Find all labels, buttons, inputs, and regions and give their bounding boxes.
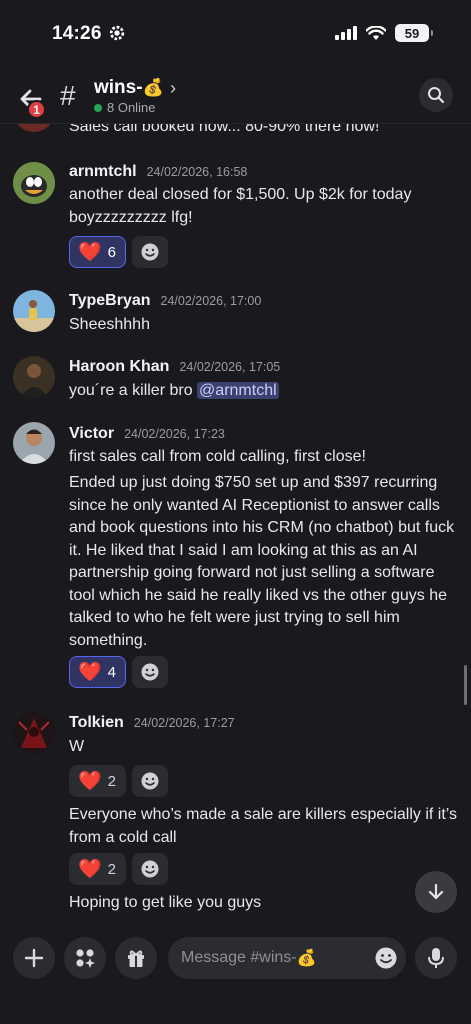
heart-emoji: ❤️ bbox=[78, 241, 102, 263]
author-name[interactable]: Haroon Khan bbox=[69, 358, 169, 376]
avatar[interactable] bbox=[13, 290, 55, 332]
smile-icon[interactable] bbox=[374, 946, 398, 970]
add-reaction-button[interactable] bbox=[132, 853, 169, 885]
avatar-image bbox=[13, 162, 55, 204]
gear-icon bbox=[109, 25, 125, 41]
heart-emoji: ❤️ bbox=[78, 661, 102, 683]
status-bar: 14:26 59 bbox=[0, 0, 471, 66]
chevron-right-icon[interactable]: › bbox=[170, 78, 176, 99]
reaction-heart[interactable]: ❤️ 6 bbox=[69, 236, 127, 268]
timestamp: 24/02/2026, 16:58 bbox=[146, 165, 248, 179]
author-name[interactable]: Tolkien bbox=[69, 714, 124, 732]
message-text: Hoping to get like you guys bbox=[69, 894, 262, 911]
message-text: another deal closed for $1,500. Up $2k f… bbox=[69, 186, 412, 226]
reactions: ❤️ 2 bbox=[69, 853, 169, 885]
plus-icon bbox=[24, 948, 44, 968]
reaction-count: 2 bbox=[107, 772, 117, 790]
avatar[interactable] bbox=[13, 162, 55, 204]
reaction-heart[interactable]: ❤️ 2 bbox=[69, 765, 127, 797]
apps-icon bbox=[76, 949, 95, 968]
money-bag-emoji: 💰 bbox=[296, 950, 317, 967]
message-text: Ended up just doing $750 set up and $397… bbox=[69, 474, 455, 649]
add-reaction-button[interactable] bbox=[132, 765, 169, 797]
author-name[interactable]: Victor bbox=[69, 425, 114, 443]
search-button[interactable] bbox=[419, 78, 453, 112]
author-name[interactable]: arnmtchl bbox=[69, 163, 137, 181]
reaction-heart[interactable]: ❤️ 4 bbox=[69, 656, 127, 688]
online-text: 8 Online bbox=[107, 100, 156, 115]
gift-button[interactable] bbox=[115, 937, 157, 979]
smile-icon bbox=[141, 772, 159, 790]
money-bag-emoji: 💰 bbox=[142, 78, 164, 97]
author-line: Victor 24/02/2026, 17:23 bbox=[69, 425, 225, 443]
status-indicators: 59 bbox=[335, 24, 433, 42]
author-line: TypeBryan 24/02/2026, 17:00 bbox=[69, 292, 261, 310]
scrollbar-thumb[interactable] bbox=[464, 665, 467, 705]
reactions: ❤️ 4 bbox=[69, 656, 169, 688]
reaction-heart[interactable]: ❤️ 2 bbox=[69, 853, 127, 885]
add-attachment-button[interactable] bbox=[13, 937, 55, 979]
message-input[interactable]: Message #wins- 💰 bbox=[168, 937, 406, 979]
status-time: 14:26 bbox=[52, 23, 102, 44]
reaction-count: 4 bbox=[107, 663, 117, 681]
search-icon bbox=[428, 87, 445, 104]
heart-emoji: ❤️ bbox=[78, 770, 102, 792]
timestamp: 24/02/2026, 17:00 bbox=[160, 294, 262, 308]
online-dot bbox=[94, 103, 102, 112]
author-line: Tolkien 24/02/2026, 17:27 bbox=[69, 714, 235, 732]
message-text: first sales call from cold calling, firs… bbox=[69, 448, 366, 465]
voice-message-button[interactable] bbox=[415, 937, 457, 979]
jump-to-bottom-button[interactable] bbox=[415, 871, 457, 913]
reactions: ❤️ 6 bbox=[69, 236, 169, 268]
arrow-down-icon bbox=[428, 883, 444, 900]
message-text: Everyone who’s made a sale are killers e… bbox=[69, 806, 458, 846]
heart-emoji: ❤️ bbox=[78, 858, 102, 880]
channel-header: 1 # wins-💰 › 8 Online bbox=[0, 66, 471, 124]
battery-indicator: 59 bbox=[395, 24, 433, 42]
message-text: Sheeshhhh bbox=[69, 316, 150, 333]
avatar[interactable] bbox=[13, 356, 55, 398]
unread-badge: 1 bbox=[27, 100, 46, 119]
message-text: Sales call booked now... 80-90% there no… bbox=[69, 124, 380, 135]
cellular-signal-icon bbox=[335, 26, 357, 40]
avatar[interactable] bbox=[13, 712, 55, 754]
gift-icon bbox=[128, 950, 144, 967]
message-text: you´re a killer bro @arnmtchl bbox=[69, 380, 461, 403]
avatar-image bbox=[13, 712, 55, 754]
avatar[interactable] bbox=[13, 124, 55, 132]
add-reaction-button[interactable] bbox=[132, 656, 169, 688]
avatar-image bbox=[13, 422, 55, 464]
smile-icon bbox=[141, 243, 159, 261]
avatar-image bbox=[13, 290, 55, 332]
add-reaction-button[interactable] bbox=[132, 236, 169, 268]
reaction-count: 6 bbox=[107, 243, 117, 261]
message-text-body: you´re a killer bro bbox=[69, 382, 198, 399]
hash-icon: # bbox=[60, 80, 76, 111]
author-line: Haroon Khan 24/02/2026, 17:05 bbox=[69, 358, 280, 376]
apps-button[interactable] bbox=[64, 937, 106, 979]
online-count: 8 Online bbox=[94, 100, 155, 115]
timestamp: 24/02/2026, 17:05 bbox=[179, 360, 281, 374]
smile-icon bbox=[141, 663, 159, 681]
timestamp: 24/02/2026, 17:23 bbox=[124, 427, 225, 441]
message-placeholder: Message #wins- bbox=[181, 949, 297, 966]
smile-icon bbox=[141, 860, 159, 878]
reactions: ❤️ 2 bbox=[69, 765, 169, 797]
channel-name-text: wins- bbox=[94, 77, 143, 98]
author-line: arnmtchl 24/02/2026, 16:58 bbox=[69, 163, 247, 181]
timestamp: 24/02/2026, 17:27 bbox=[133, 716, 235, 730]
avatar-image bbox=[13, 356, 55, 398]
message-list[interactable]: Sales call booked now... 80-90% there no… bbox=[0, 124, 471, 930]
message-text: W bbox=[69, 738, 85, 755]
reaction-count: 2 bbox=[107, 860, 117, 878]
channel-title[interactable]: wins-💰 bbox=[94, 77, 164, 99]
wifi-icon bbox=[366, 25, 386, 40]
user-mention[interactable]: @arnmtchl bbox=[197, 382, 279, 399]
author-name[interactable]: TypeBryan bbox=[69, 292, 151, 310]
message-composer: Message #wins- 💰 bbox=[0, 930, 471, 1024]
microphone-icon bbox=[428, 948, 444, 968]
avatar[interactable] bbox=[13, 422, 55, 464]
